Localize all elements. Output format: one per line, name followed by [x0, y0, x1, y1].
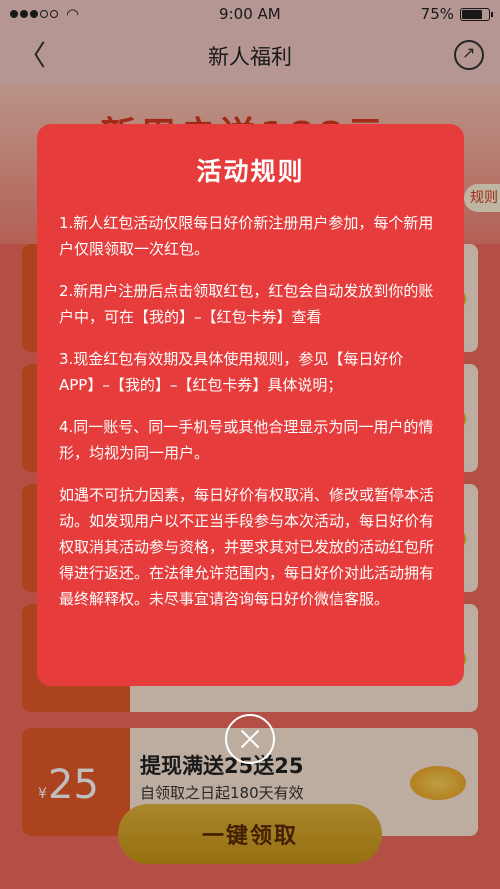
close-icon[interactable] [225, 714, 275, 764]
disclaimer-text: 如遇不可抗力因素，每日好价有权取消、修改或暂停本活动。如发现用户以不正当手段参与… [59, 486, 435, 608]
modal-title: 活动规则 [196, 157, 305, 186]
rule-item: 4.同一账号、同一手机号或其他合理显示为同一用户的情形，均视为同一用户。 [59, 418, 434, 462]
rule-item: 2.新用户注册后点击领取红包，红包会自动发放到你的账户中，可在【我的】–【红包卡… [59, 282, 434, 326]
rule-item: 1.新人红包活动仅限每日好价新注册用户参加，每个新用户仅限领取一次红包。 [59, 214, 434, 258]
rules-modal: 活动规则 1.新人红包活动仅限每日好价新注册用户参加，每个新用户仅限领取一次红包… [37, 124, 464, 686]
rule-item: 3.现金红包有效期及具体使用规则，参见【每日好价APP】–【我的】–【红包卡券】… [59, 350, 404, 394]
